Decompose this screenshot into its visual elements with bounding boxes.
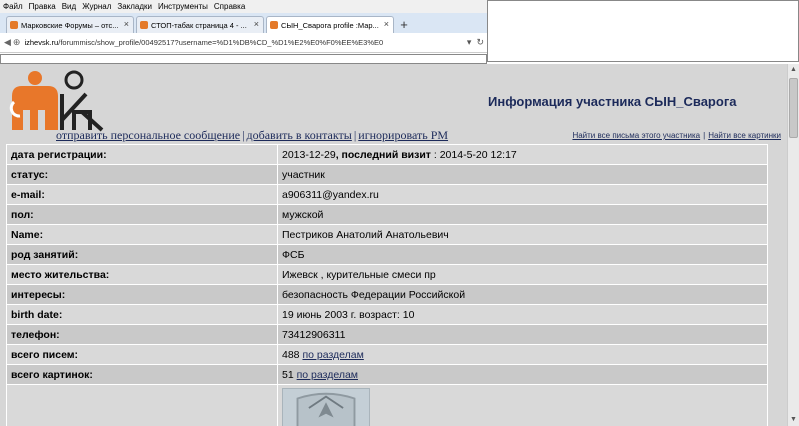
- scroll-thumb[interactable]: [789, 78, 798, 138]
- url-path: /forummisc/show_profile/00492517?usernam…: [58, 38, 384, 47]
- menu-bookmarks[interactable]: Закладки: [114, 0, 155, 13]
- field-label: место жительства:: [6, 264, 278, 285]
- table-row: род занятий: ФСБ: [6, 244, 768, 265]
- field-label: Name:: [6, 224, 278, 245]
- pictures-count: 51: [282, 368, 294, 381]
- tab-label: Марковские Форумы – отс...: [21, 20, 119, 30]
- menu-file[interactable]: Файл: [0, 0, 26, 13]
- posts-by-section-link[interactable]: по разделам: [302, 349, 363, 361]
- url-text: izhevsk.ru/forummisc/show_profile/004925…: [24, 38, 383, 47]
- site-logo: [9, 70, 104, 132]
- url-domain: izhevsk.ru: [24, 38, 59, 47]
- table-row: пол: мужской: [6, 204, 768, 225]
- field-value: Ижевск , курительные смеси пр: [277, 264, 768, 285]
- table-row: место жительства: Ижевск , курительные с…: [6, 264, 768, 285]
- field-label: телефон:: [6, 324, 278, 345]
- field-value: Пестриков Анатолий Анатольевич: [277, 224, 768, 245]
- send-message-link[interactable]: отправить персональное сообщение: [56, 128, 240, 142]
- find-all-pictures-link[interactable]: Найти все картинки: [708, 131, 781, 140]
- field-label: род занятий:: [6, 244, 278, 265]
- site-favicon-icon: [10, 21, 18, 29]
- find-all-posts-link[interactable]: Найти все письма этого участника: [572, 131, 700, 140]
- posts-count: 488: [282, 348, 300, 361]
- field-label: birth date:: [6, 304, 278, 325]
- field-label: статус:: [6, 164, 278, 185]
- field-label: дата регистрации:: [6, 144, 278, 165]
- profile-table: дата регистрации: 2013-12-29, последний …: [6, 144, 768, 426]
- table-row: всего писем: 488 по разделам: [6, 344, 768, 365]
- field-value: 73412906311: [277, 324, 768, 345]
- new-tab-button[interactable]: +: [396, 17, 412, 33]
- table-row: birth date: 19 июнь 2003 г. возраст: 10: [6, 304, 768, 325]
- field-value: 19 июнь 2003 г. возраст: 10: [277, 304, 768, 325]
- globe-icon: ⊕: [12, 37, 21, 47]
- dropdown-icon[interactable]: ▾: [467, 37, 472, 48]
- last-visit-value: : 2014-5-20 12:17: [433, 148, 517, 161]
- field-value: 2013-12-29, последний визит : 2014-5-20 …: [277, 144, 768, 165]
- last-visit-label: , последний визит: [335, 148, 431, 161]
- field-label: e-mail:: [6, 184, 278, 205]
- tab-label: СТОП-табак страница 4 - ...: [151, 20, 247, 30]
- pictures-by-section-link[interactable]: по разделам: [297, 369, 358, 381]
- field-value: 51 по разделам: [277, 364, 768, 385]
- menu-tools[interactable]: Инструменты: [155, 0, 211, 13]
- close-icon[interactable]: ×: [384, 19, 389, 29]
- field-label: всего картинок:: [6, 364, 278, 385]
- page-title: Информация участника СЫН_Сварога: [488, 94, 737, 109]
- menu-edit[interactable]: Правка: [26, 0, 59, 13]
- scroll-down-icon[interactable]: ▼: [788, 414, 799, 426]
- field-label: всего писем:: [6, 344, 278, 365]
- table-row: интересы: безопасность Федерации Российс…: [6, 284, 768, 305]
- field-value: участник: [277, 164, 768, 185]
- field-value: a906311@yandex.ru: [277, 184, 768, 205]
- find-bar[interactable]: [0, 54, 487, 64]
- site-favicon-icon: [270, 21, 278, 29]
- registration-date: 2013-12-29: [282, 148, 336, 161]
- menu-view[interactable]: Вид: [59, 0, 79, 13]
- table-row: Name: Пестриков Анатолий Анатольевич: [6, 224, 768, 245]
- vertical-scrollbar[interactable]: ▲ ▼: [787, 64, 799, 426]
- close-icon[interactable]: ×: [254, 19, 259, 29]
- table-row: статус: участник: [6, 164, 768, 185]
- close-icon[interactable]: ×: [124, 19, 129, 29]
- tab-stop-tabak[interactable]: СТОП-табак страница 4 - ... ×: [136, 16, 264, 33]
- field-value: 488 по разделам: [277, 344, 768, 365]
- tab-profile[interactable]: СЫН_Сварога profile :Мар... ×: [266, 16, 394, 33]
- tab-forums[interactable]: Марковские Форумы – отс... ×: [6, 16, 134, 33]
- menu-history[interactable]: Журнал: [79, 0, 114, 13]
- search-links: Найти все письма этого участника | Найти в…: [572, 131, 781, 140]
- popup-panel: [487, 0, 799, 62]
- back-icon[interactable]: ◀: [4, 37, 11, 48]
- field-label: интересы:: [6, 284, 278, 305]
- address-bar[interactable]: ◀ ⊕ izhevsk.ru/forummisc/show_profile/00…: [0, 33, 490, 53]
- page-content: Информация участника СЫН_Сварога отправи…: [0, 64, 787, 426]
- field-value: [277, 384, 768, 426]
- profile-actions: отправить персональное сообщение | добавит…: [56, 128, 449, 142]
- add-contact-link[interactable]: добавить в контакты: [247, 128, 352, 142]
- field-label-empty: [6, 384, 278, 426]
- table-row: телефон: 73412906311: [6, 324, 768, 345]
- site-favicon-icon: [140, 21, 148, 29]
- field-label: пол:: [6, 204, 278, 225]
- table-row: всего картинок: 51 по разделам: [6, 364, 768, 385]
- reload-icon[interactable]: ↻: [476, 37, 484, 48]
- table-row: e-mail: a906311@yandex.ru: [6, 184, 768, 205]
- field-value: мужской: [277, 204, 768, 225]
- table-row: [6, 384, 768, 426]
- ignore-pm-link[interactable]: игнорировать PM: [358, 128, 448, 142]
- tab-label: СЫН_Сварога profile :Мар...: [281, 20, 379, 30]
- table-row: дата регистрации: 2013-12-29, последний …: [6, 144, 768, 165]
- field-value: безопасность Федерации Российской: [277, 284, 768, 305]
- field-value: ФСБ: [277, 244, 768, 265]
- menu-help[interactable]: Справка: [211, 0, 248, 13]
- scroll-up-icon[interactable]: ▲: [788, 64, 799, 76]
- user-avatar[interactable]: [282, 387, 370, 426]
